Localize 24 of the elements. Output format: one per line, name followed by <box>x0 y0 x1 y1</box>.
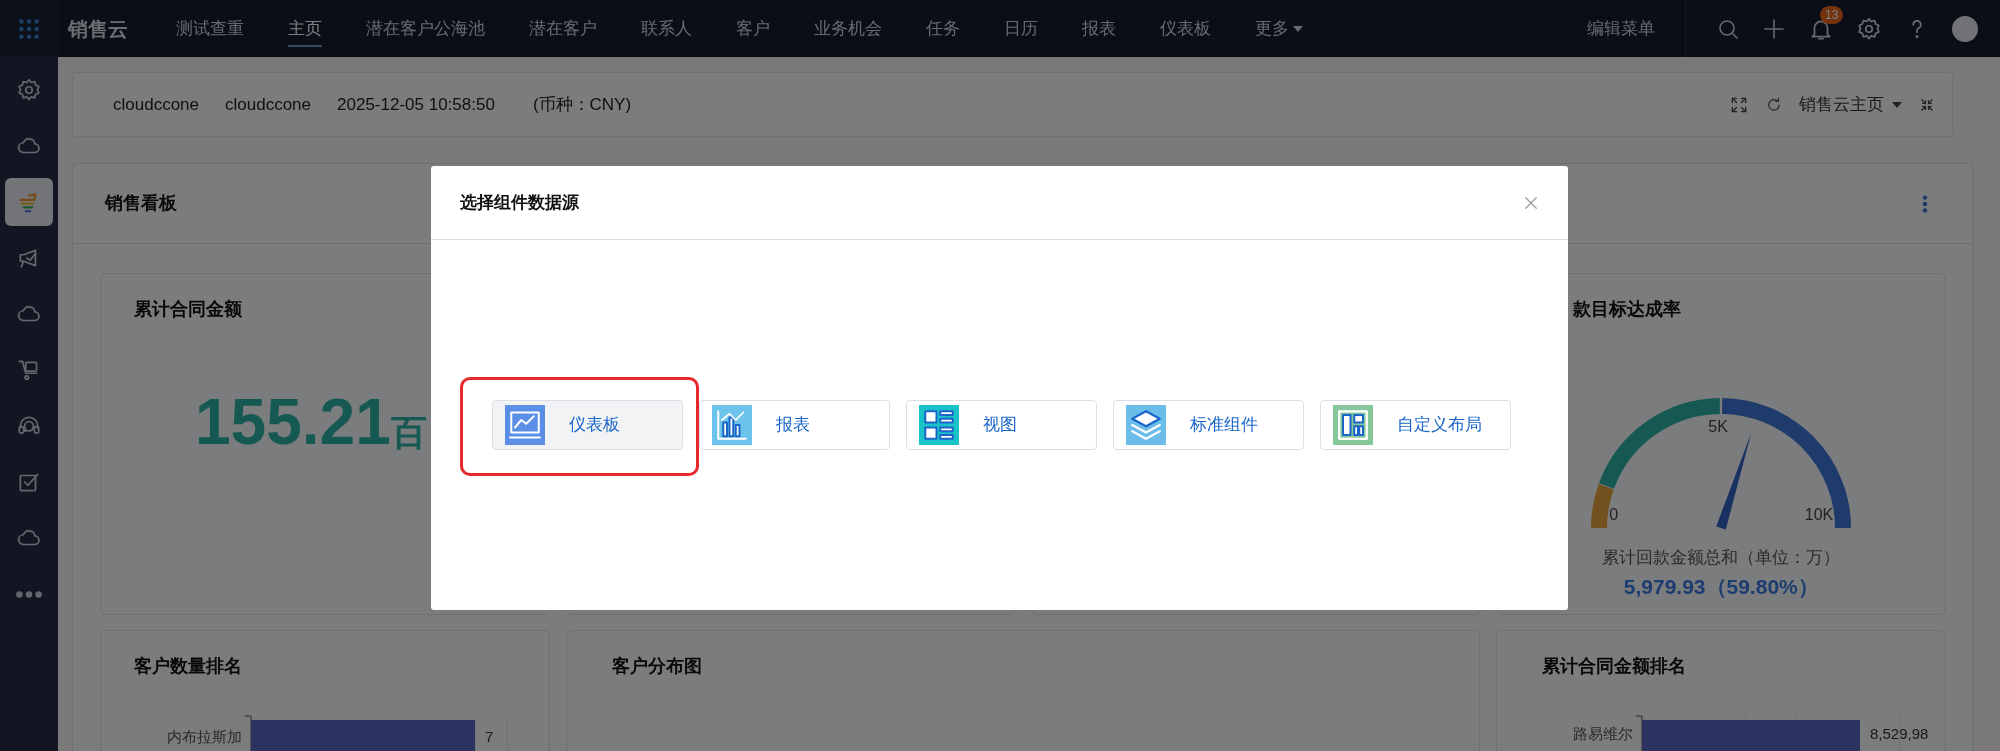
widget-title: 累计合同金额排名 <box>1541 655 1687 678</box>
category-label: 路易维尔 <box>1573 726 1633 741</box>
header-text: 2025-12-05 10:58:50 <box>337 93 495 116</box>
gauge-tick-label: 10K <box>1804 507 1834 523</box>
header-text: cloudccone <box>113 93 199 116</box>
header-text: (币种：CNY) <box>532 93 632 116</box>
header-text: cloudccone <box>225 93 312 116</box>
widget-title: 累计合同金额 <box>133 298 243 321</box>
gauge-tick-label: 0 <box>1609 507 1619 523</box>
dashboard-title: 销售看板 <box>105 192 177 215</box>
modal-title: 选择组件数据源 <box>460 191 579 214</box>
metric-value: 155.21 <box>195 390 391 454</box>
category-label: 内布拉斯加 <box>167 728 242 745</box>
app-logo-text: 销售云 <box>68 16 128 42</box>
value-label: 8,529,98 <box>1870 726 1929 741</box>
gauge-value: 5,979.93（59.80%） <box>1622 573 1820 600</box>
value-label: 7 <box>485 728 494 745</box>
widget-title: 客户数量排名 <box>133 655 243 678</box>
gauge-caption: 累计回款金额总和（单位：万） <box>1601 547 1842 569</box>
widget-title: 客户分布图 <box>611 655 703 678</box>
gauge-tick-label: 5K <box>1708 419 1728 435</box>
notification-badge: 13 <box>1820 5 1844 24</box>
metric-unit: 百 <box>390 415 427 451</box>
widget-title: 款目标达成率 <box>1571 298 1682 321</box>
